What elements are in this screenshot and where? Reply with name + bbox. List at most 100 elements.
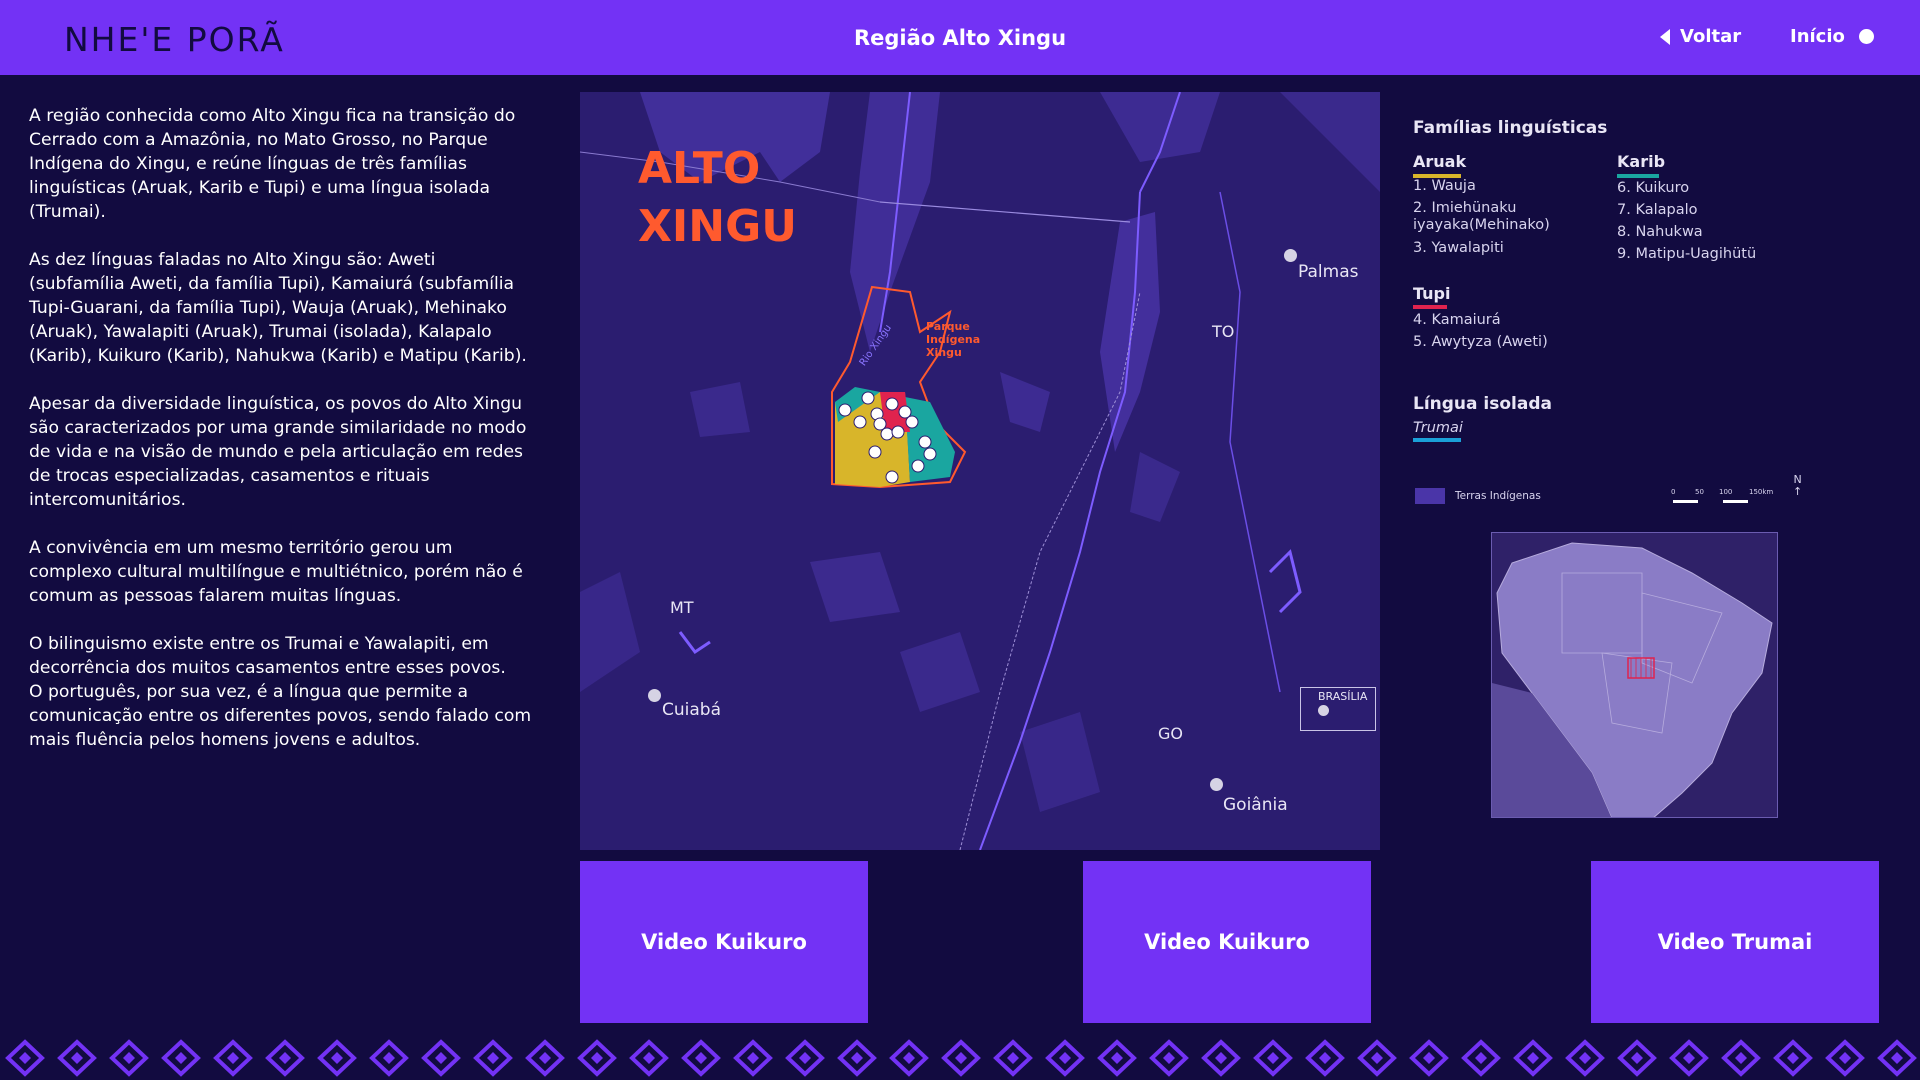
home-dot-icon — [1858, 29, 1874, 44]
intro-paragraph-2: As dez línguas faladas no Alto Xingu são… — [29, 250, 527, 366]
border-diamond-center — [1631, 1052, 1643, 1064]
city-label-palmas: Palmas — [1298, 262, 1359, 282]
border-diamond-center — [747, 1052, 759, 1064]
border-diamond-center — [1475, 1052, 1487, 1064]
scale-label-150: 150km — [1749, 488, 1774, 496]
legend: Famílias linguísticas Aruak 1. Wauja 2. … — [1413, 118, 1893, 504]
city-dot-brasilia — [1318, 705, 1329, 716]
scale-label-50: 50 — [1695, 488, 1704, 496]
north-arrow: N ↑ — [1793, 474, 1802, 498]
state-label-mt: MT — [670, 598, 694, 617]
park-label: Parque Indígena Xingu — [926, 320, 981, 359]
map-title-line1: ALTO — [638, 143, 761, 194]
border-diamond-center — [799, 1052, 811, 1064]
family-karib: Karib — [1617, 152, 1666, 171]
border-diamond-center — [123, 1052, 135, 1064]
border-diamond-center — [1163, 1052, 1175, 1064]
back-label: Voltar — [1680, 26, 1742, 47]
border-diamond-center — [1787, 1052, 1799, 1064]
border-diamond-center — [1423, 1052, 1435, 1064]
border-diamond-center — [175, 1052, 187, 1064]
city-dot-palmas — [1284, 249, 1297, 262]
intro-text: A região conhecida como Alto Xingu fica … — [29, 104, 534, 776]
border-diamond-center — [1371, 1052, 1383, 1064]
border-diamond-center — [1579, 1052, 1591, 1064]
top-bar: NHE'E PORÃ Região Alto Xingu Voltar Iníc… — [0, 0, 1920, 75]
intro-paragraph-4: A convivência em um mesmo território ger… — [29, 538, 523, 606]
back-arrow-icon — [1660, 28, 1670, 45]
border-diamond-center — [695, 1052, 707, 1064]
intro-paragraph-3: Apesar da diversidade linguística, os po… — [29, 394, 527, 510]
border-diamond-center — [1111, 1052, 1123, 1064]
map-title: ALTO XINGU — [638, 140, 797, 256]
city-label-brasilia: BRASÍLIA — [1318, 690, 1368, 703]
video-trumai-button[interactable]: Video Trumai — [1591, 861, 1879, 1023]
border-diamond-center — [331, 1052, 343, 1064]
lang-4: 4. Kamaiurá — [1413, 312, 1501, 328]
city-label-cuiaba: Cuiabá — [662, 700, 721, 720]
home-button[interactable]: Início — [1790, 26, 1874, 47]
border-diamond-center — [1007, 1052, 1019, 1064]
border-diamond-center — [1683, 1052, 1695, 1064]
border-diamond-center — [383, 1052, 395, 1064]
border-diamond-center — [851, 1052, 863, 1064]
family-karib-bar — [1617, 174, 1659, 178]
brazil-inset-map — [1491, 532, 1778, 818]
border-diamond-center — [643, 1052, 655, 1064]
border-diamond-center — [435, 1052, 447, 1064]
city-dot-goiania — [1210, 778, 1223, 791]
border-diamond-center — [1735, 1052, 1747, 1064]
lang-2: 2. Imiehünaku iyayaka(Mehinako) — [1413, 200, 1550, 233]
border-diamond-center — [227, 1052, 239, 1064]
lang-5: 5. Awytyza (Aweti) — [1413, 334, 1548, 350]
border-diamond-center — [1527, 1052, 1539, 1064]
terra-swatch — [1415, 488, 1445, 504]
alto-xingu-map: ALTO XINGU Parque Indígena Xingu Rio Xin… — [580, 92, 1380, 850]
page-title: Região Alto Xingu — [853, 26, 1067, 50]
border-diamond-center — [1215, 1052, 1227, 1064]
family-tupi-bar — [1413, 305, 1447, 309]
back-button[interactable]: Voltar — [1660, 26, 1741, 47]
lang-7: 7. Kalapalo — [1617, 202, 1698, 218]
brazil-inset-graphic — [1492, 533, 1777, 817]
border-diamond-center — [539, 1052, 551, 1064]
border-diamond-center — [903, 1052, 915, 1064]
state-label-go: GO — [1158, 724, 1183, 743]
lang-9: 9. Matipu-Uagihütü — [1617, 246, 1757, 262]
family-tupi: Tupi — [1413, 284, 1451, 303]
scale-label-0: 0 — [1671, 488, 1676, 496]
video-kuikuro-button-2[interactable]: Video Kuikuro — [1083, 861, 1371, 1023]
border-diamond-center — [1267, 1052, 1279, 1064]
isolated-language: Trumai — [1413, 420, 1463, 436]
border-diamond-center — [19, 1052, 31, 1064]
city-dot-cuiaba — [648, 689, 661, 702]
legend-title: Famílias linguísticas — [1413, 118, 1608, 138]
scale-label-100: 100 — [1719, 488, 1733, 496]
lang-3: 3. Yawalapiti — [1413, 240, 1504, 256]
isolated-bar — [1413, 438, 1461, 442]
border-diamond-center — [487, 1052, 499, 1064]
family-aruak: Aruak — [1413, 152, 1467, 171]
border-diamond-center — [279, 1052, 291, 1064]
intro-paragraph-5: O bilinguismo existe entre os Trumai e Y… — [29, 634, 532, 750]
north-arrow-icon: ↑ — [1793, 485, 1803, 498]
city-label-goiania: Goiânia — [1223, 795, 1288, 815]
map-title-line2: XINGU — [638, 201, 797, 252]
terra-label: Terras Indígenas — [1455, 490, 1541, 502]
border-diamond-center — [71, 1052, 83, 1064]
lang-1: 1. Wauja — [1413, 178, 1476, 194]
decorative-border — [5, 1039, 1917, 1077]
state-label-to: TO — [1212, 322, 1235, 341]
border-diamond-center — [591, 1052, 603, 1064]
isolated-title: Língua isolada — [1413, 394, 1552, 414]
border-diamond-center — [1891, 1052, 1903, 1064]
lang-8: 8. Nahukwa — [1617, 224, 1703, 240]
scale-bar: 0 50 100 150km — [1671, 488, 1781, 508]
video-kuikuro-button-1[interactable]: Video Kuikuro — [580, 861, 868, 1023]
border-diamond-center — [955, 1052, 967, 1064]
border-diamond-center — [1319, 1052, 1331, 1064]
home-label: Início — [1790, 26, 1845, 47]
border-diamond-center — [1059, 1052, 1071, 1064]
intro-paragraph-1: A região conhecida como Alto Xingu fica … — [29, 106, 516, 222]
border-diamond-center — [1839, 1052, 1851, 1064]
